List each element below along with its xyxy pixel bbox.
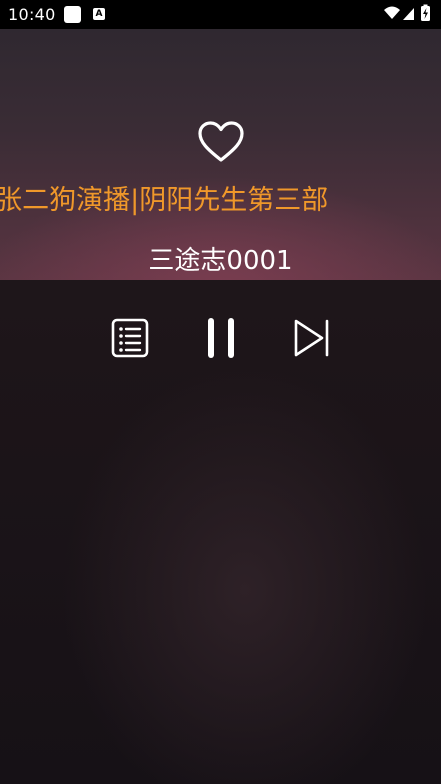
episode-title: 三途志0001 (148, 246, 293, 276)
status-bar: 10:40 A (0, 0, 441, 29)
favorite-button[interactable] (196, 117, 246, 167)
program-title: |张二狗演播|阴阳先生第三部 (0, 185, 329, 216)
heart-outline-icon (198, 121, 244, 162)
program-title-marquee: |张二狗演播|阴阳先生第三部 (0, 181, 441, 221)
skip-next-icon (294, 319, 329, 357)
status-icons (383, 4, 433, 24)
now-playing-header: |张二狗演播|阴阳先生第三部 三途志0001 (0, 29, 441, 280)
player-screen: 10:40 A |张二狗演播|阴阳先生第三部 三途志0001 (0, 0, 441, 784)
next-button[interactable] (284, 310, 340, 366)
battery-charging-icon (421, 4, 430, 21)
a-badge-icon: A (93, 8, 105, 20)
pause-icon (208, 318, 234, 358)
playback-controls (0, 310, 441, 366)
playlist-icon (111, 318, 149, 358)
wifi-icon (384, 6, 400, 19)
notification-square-icon (64, 6, 81, 23)
status-time: 10:40 (8, 5, 56, 24)
playlist-button[interactable] (102, 310, 158, 366)
pause-button[interactable] (193, 310, 249, 366)
signal-icon (403, 8, 414, 20)
